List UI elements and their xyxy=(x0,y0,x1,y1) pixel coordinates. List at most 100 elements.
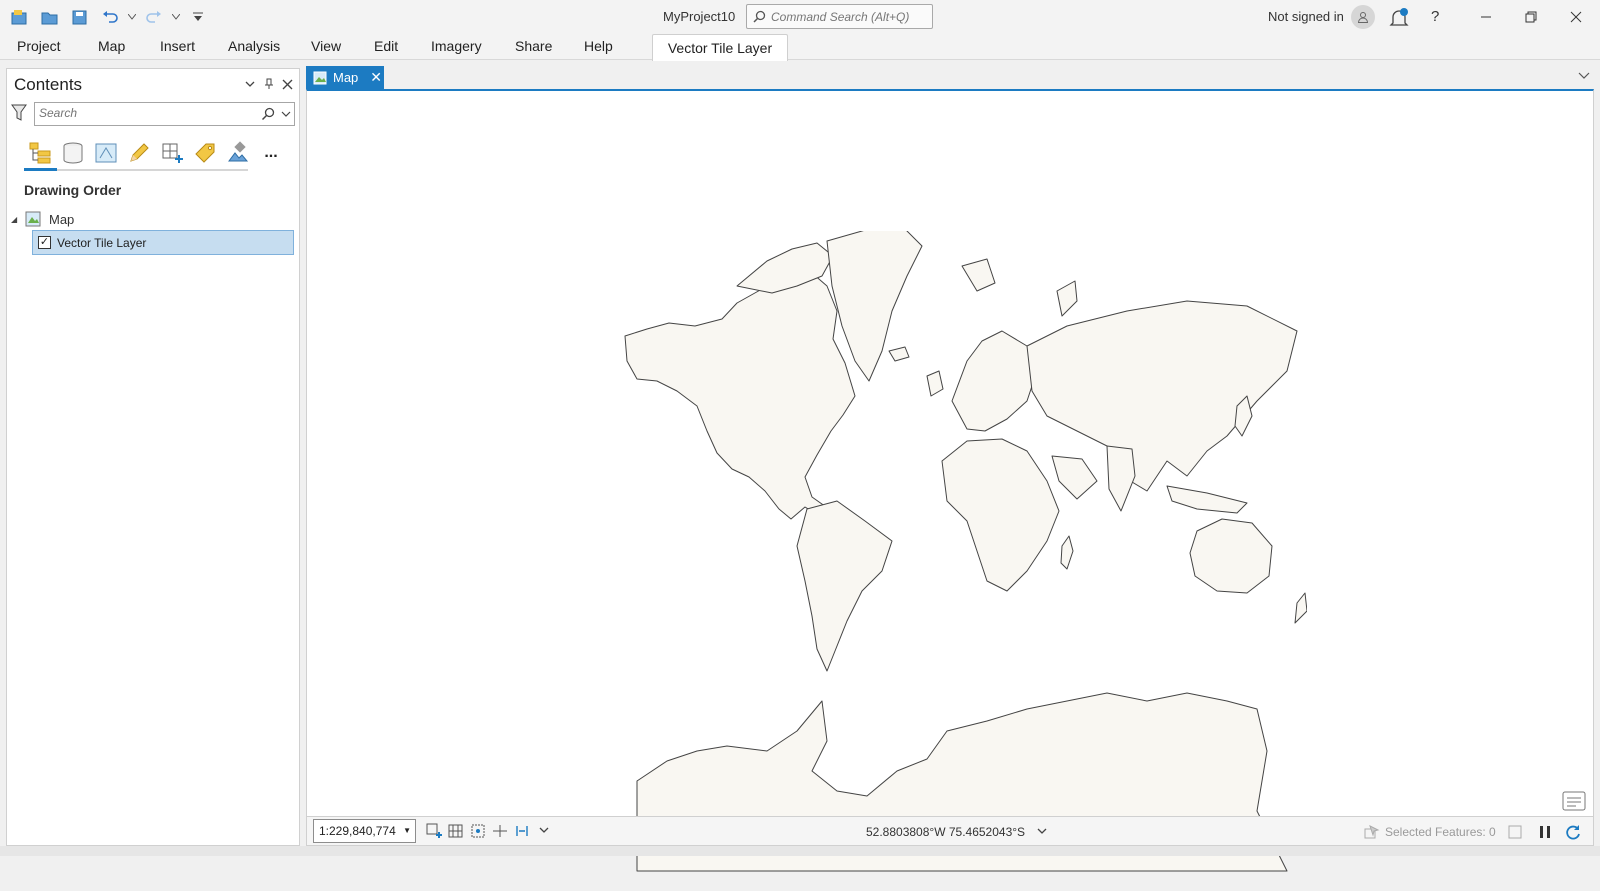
map-view-tabbar: Map ✕ xyxy=(306,66,1594,90)
tab-edit[interactable]: Edit xyxy=(374,38,398,54)
close-tab-icon[interactable]: ✕ xyxy=(370,69,382,86)
tree-item-vector-tile-layer[interactable]: ✓ Vector Tile Layer xyxy=(32,230,294,255)
user-avatar-icon[interactable] xyxy=(1351,5,1375,29)
pause-drawing-icon[interactable] xyxy=(1535,822,1555,842)
tab-project[interactable]: Project xyxy=(17,38,61,54)
redo-icon[interactable] xyxy=(140,6,168,28)
undo-dropdown-icon[interactable] xyxy=(126,6,138,28)
tab-help[interactable]: Help xyxy=(584,38,613,54)
selected-features-count: Selected Features: 0 xyxy=(1385,825,1496,839)
list-by-labeling-icon[interactable] xyxy=(190,138,220,168)
australia-landmass xyxy=(1189,518,1273,594)
cursor-coordinates: 52.8803808°W 75.4652043°S xyxy=(866,825,1026,839)
map-view-tab-label: Map xyxy=(333,70,359,85)
contents-search-field[interactable] xyxy=(34,102,295,126)
notifications-bell-icon[interactable] xyxy=(1388,7,1410,29)
pane-options-chevron-icon[interactable] xyxy=(243,77,257,91)
list-by-data-source-icon[interactable] xyxy=(58,138,88,168)
open-project-icon[interactable] xyxy=(36,6,64,28)
contents-search-input[interactable] xyxy=(39,106,244,120)
tab-imagery[interactable]: Imagery xyxy=(431,38,482,54)
minimize-icon xyxy=(1481,16,1491,18)
title-bar: MyProject10 Command Search (Alt+Q) Not s… xyxy=(0,0,1600,34)
southeast-asia-islands xyxy=(1166,485,1248,514)
list-by-drawing-order-icon[interactable] xyxy=(25,138,55,168)
search-icon xyxy=(753,10,766,23)
list-by-snapping-icon[interactable] xyxy=(157,138,187,168)
tree-item-map-label: Map xyxy=(49,211,75,227)
tab-view[interactable]: View xyxy=(311,38,341,54)
tree-item-map[interactable]: ◢ Map xyxy=(11,210,74,228)
grid-icon[interactable] xyxy=(447,821,465,841)
contents-title: Contents xyxy=(14,75,83,94)
list-by-selection-icon[interactable] xyxy=(91,138,121,168)
full-extent-icon[interactable] xyxy=(425,821,443,841)
search-icon[interactable] xyxy=(261,107,275,121)
status-tools-chevron-icon[interactable] xyxy=(535,821,553,841)
close-window-button[interactable] xyxy=(1556,4,1596,30)
british-isles xyxy=(926,370,944,397)
world-map-canvas[interactable] xyxy=(607,231,1307,891)
contents-pane: Contents Search ... Drawing Order ◢ Map … xyxy=(6,68,300,846)
search-options-chevron-icon[interactable] xyxy=(280,107,292,121)
filter-icon[interactable] xyxy=(11,104,27,122)
arctic-archipelago-east xyxy=(961,258,996,292)
map-icon xyxy=(313,71,327,84)
command-search-box[interactable]: Command Search (Alt+Q) xyxy=(746,4,933,29)
minimize-button[interactable] xyxy=(1466,4,1506,30)
north-america-landmass xyxy=(624,272,856,520)
map-status-tools xyxy=(425,821,553,841)
selected-features[interactable]: Selected Features: 0 xyxy=(1364,825,1496,839)
view-toolbar-underline xyxy=(24,168,248,171)
arabian-peninsula xyxy=(1051,455,1098,500)
contents-view-toolbar: ... xyxy=(25,135,286,171)
sign-in-status[interactable]: Not signed in xyxy=(1268,9,1344,24)
save-project-icon[interactable] xyxy=(66,6,94,28)
close-icon xyxy=(1570,11,1582,23)
map-scale-value: 1:229,840,774 xyxy=(319,824,396,838)
pin-pane-icon[interactable] xyxy=(262,77,276,91)
iceland-island xyxy=(888,346,910,362)
tab-map[interactable]: Map xyxy=(98,38,125,54)
close-pane-icon[interactable] xyxy=(280,77,294,91)
map-status-bar: 1:229,840,774 ▼ 52.8803808°W 75.4652043°… xyxy=(306,816,1594,846)
more-options-icon[interactable]: ... xyxy=(256,138,286,168)
tree-item-layer-label: Vector Tile Layer xyxy=(57,235,147,250)
new-zealand-islands xyxy=(1294,592,1307,624)
refresh-icon[interactable] xyxy=(1563,822,1583,842)
bottom-edge xyxy=(0,846,1600,856)
tab-share[interactable]: Share xyxy=(515,38,552,54)
restore-button[interactable] xyxy=(1511,4,1551,30)
south-america-landmass xyxy=(796,500,893,672)
madagascar-landmass xyxy=(1060,535,1074,570)
tab-analysis[interactable]: Analysis xyxy=(228,38,280,54)
list-by-perspective-imagery-icon[interactable] xyxy=(223,138,253,168)
layer-visibility-checkbox[interactable]: ✓ xyxy=(38,236,51,249)
customize-toolbar-icon[interactable] xyxy=(184,6,212,28)
help-button[interactable]: ? xyxy=(1431,8,1439,25)
map-scale-selector[interactable]: 1:229,840,774 ▼ xyxy=(313,819,416,843)
tab-overflow-chevron-icon[interactable] xyxy=(1578,70,1590,82)
tab-insert[interactable]: Insert xyxy=(160,38,195,54)
snapping-toggle-icon[interactable] xyxy=(469,821,487,841)
undo-icon[interactable] xyxy=(96,6,124,28)
collapse-caret-icon[interactable]: ◢ xyxy=(11,215,21,224)
restore-icon xyxy=(1525,11,1537,23)
drawing-order-heading: Drawing Order xyxy=(24,182,122,198)
indian-subcontinent xyxy=(1106,445,1136,512)
list-by-editing-icon[interactable] xyxy=(124,138,154,168)
map-view[interactable] xyxy=(306,89,1594,872)
scale-dropdown-icon[interactable]: ▼ xyxy=(403,826,411,835)
selected-features-icon xyxy=(1364,825,1380,839)
africa-landmass xyxy=(941,438,1060,592)
constraints-icon[interactable] xyxy=(491,821,509,841)
new-project-icon[interactable] xyxy=(6,6,34,28)
tab-vector-tile-layer[interactable]: Vector Tile Layer xyxy=(652,34,788,61)
map-legend-toggle-icon[interactable] xyxy=(1562,791,1586,811)
clear-selection-icon[interactable] xyxy=(1505,822,1525,842)
redo-dropdown-icon[interactable] xyxy=(170,6,182,28)
rotation-icon[interactable] xyxy=(513,821,531,841)
coordinate-format-chevron-icon[interactable] xyxy=(1036,826,1048,838)
map-view-tab[interactable]: Map ✕ xyxy=(306,66,384,89)
novaya-zemlya xyxy=(1056,280,1078,317)
